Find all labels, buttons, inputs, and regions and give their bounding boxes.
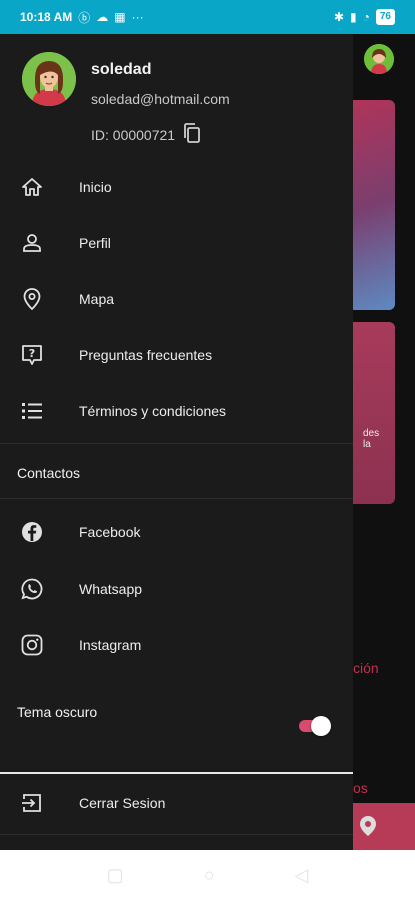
- whatsapp-icon: [20, 577, 44, 601]
- list-icon: [20, 399, 44, 423]
- menu-item-perfil[interactable]: Perfil: [0, 215, 353, 271]
- contact-item-facebook[interactable]: Facebook: [0, 504, 353, 560]
- notification-circle-icon: ⓑ: [78, 10, 91, 25]
- profile-id: ID: 00000721: [91, 126, 176, 143]
- status-bar: 10:18 AM ⓑ ☁ ▦ ··· ✱ ▮ ◔ 76: [0, 0, 415, 34]
- background-bottom-bar: [353, 803, 415, 850]
- home-icon: [20, 175, 44, 199]
- dark-theme-label: Tema oscuro: [17, 704, 98, 720]
- background-card: [353, 100, 395, 310]
- navigation-drawer: soledad soledad@hotmail.com ID: 00000721…: [0, 34, 353, 850]
- background-card-text: des la: [363, 428, 380, 450]
- system-nav-bar: ▢ ○ ◁: [0, 850, 415, 900]
- toggle-thumb: [311, 716, 331, 736]
- help-chat-icon: ?: [20, 343, 44, 367]
- background-avatar: [364, 44, 394, 74]
- profile-email: soledad@hotmail.com: [91, 91, 230, 107]
- menu-item-preguntas[interactable]: ? Preguntas frecuentes: [0, 327, 353, 383]
- contact-item-label: Whatsapp: [79, 581, 143, 597]
- menu-item-inicio[interactable]: Inicio: [0, 159, 353, 215]
- logout-icon: [20, 791, 44, 815]
- more-icon: ···: [131, 10, 144, 24]
- signal-icon: ▮: [350, 10, 357, 24]
- divider: [0, 834, 353, 835]
- instagram-icon: [20, 633, 44, 657]
- menu-item-label: Mapa: [79, 291, 115, 307]
- menu-item-label: Perfil: [79, 235, 111, 251]
- divider: [0, 443, 353, 444]
- background-card: des la: [353, 322, 395, 504]
- back-icon[interactable]: ◁: [295, 865, 309, 886]
- system-icons: ✱ ▮ ◔ 76: [334, 9, 395, 25]
- facebook-icon: [20, 520, 44, 544]
- contact-item-instagram[interactable]: Instagram: [0, 617, 353, 673]
- copy-icon[interactable]: [183, 123, 201, 146]
- battery-icon: 76: [375, 9, 395, 25]
- status-time: 10:18 AM: [20, 10, 73, 24]
- recent-apps-icon[interactable]: ▢: [107, 865, 124, 886]
- menu-item-label: Preguntas frecuentes: [79, 347, 213, 363]
- contact-item-label: Facebook: [79, 524, 141, 540]
- divider: [0, 772, 353, 774]
- divider: [0, 498, 353, 499]
- menu-item-label: Inicio: [79, 179, 112, 195]
- contacts-title: Contactos: [17, 465, 81, 481]
- menu-item-terminos[interactable]: Términos y condiciones: [0, 383, 353, 439]
- dark-theme-toggle[interactable]: [299, 716, 333, 736]
- logout-button[interactable]: Cerrar Sesion: [0, 775, 353, 831]
- avatar[interactable]: [22, 52, 76, 106]
- contact-item-whatsapp[interactable]: Whatsapp: [0, 561, 353, 617]
- location-pin-icon: [20, 287, 44, 311]
- profile-name: soledad: [91, 61, 152, 78]
- notification-icons: ⓑ ☁ ▦ ···: [78, 9, 143, 26]
- bluetooth-icon: ✱: [333, 10, 345, 24]
- background-link: os: [353, 780, 368, 796]
- wifi-icon: ◔: [362, 10, 370, 24]
- menu-item-label: Términos y condiciones: [79, 403, 227, 419]
- contact-item-label: Instagram: [79, 637, 142, 653]
- svg-text:?: ?: [29, 347, 35, 360]
- cloud-icon: ☁: [96, 10, 109, 24]
- qr-icon: ▦: [114, 10, 126, 24]
- profile-id-row: ID: 00000721: [91, 123, 201, 146]
- home-nav-icon[interactable]: ○: [204, 865, 215, 886]
- menu-item-mapa[interactable]: Mapa: [0, 271, 353, 327]
- background-link: ción: [353, 660, 379, 676]
- logout-label: Cerrar Sesion: [79, 795, 166, 811]
- person-icon: [20, 231, 44, 255]
